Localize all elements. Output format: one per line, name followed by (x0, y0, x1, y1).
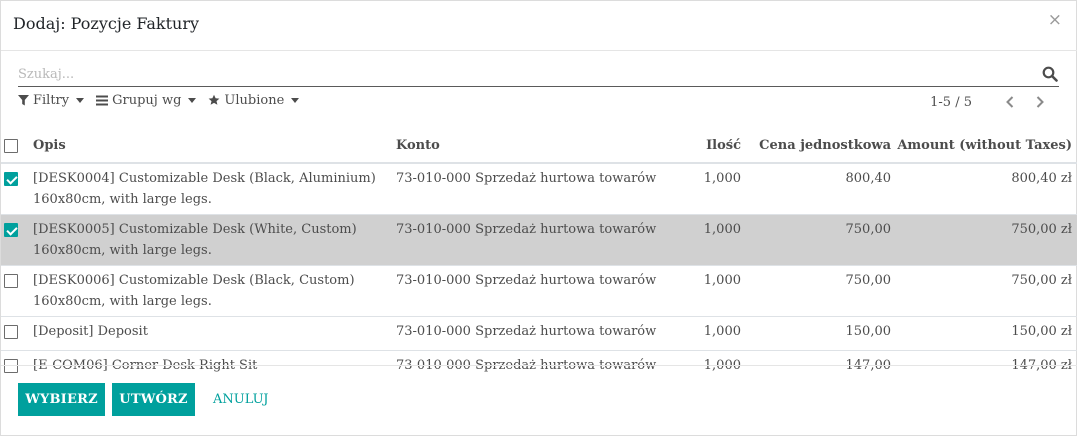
pager-value[interactable]: 1-5 / 5 (930, 95, 972, 110)
filter-icon (18, 94, 29, 105)
description-cell: [DESK0004] Customizable Desk (Black, Alu… (33, 162, 396, 215)
star-icon (209, 94, 220, 105)
description-cell: [Deposit] Deposit (33, 316, 396, 351)
account-cell: 73-010-000 Sprzedaż hurtowa towarów (396, 162, 669, 215)
dialog-title: Dodaj: Pozycje Faktury (13, 14, 200, 33)
column-header-amount[interactable]: Amount (without Taxes) (891, 129, 1077, 164)
account-cell: 73-010-000 Sprzedaż hurtowa towarów (396, 316, 669, 351)
description-cell: [DESK0005] Customizable Desk (White, Cus… (33, 214, 396, 266)
quantity-cell: 1,000 (669, 162, 741, 215)
favorites-dropdown[interactable]: Ulubione (208, 92, 300, 108)
amount-cell: 150,00 zł (891, 316, 1077, 351)
table-header: Opis Konto Ilość Cena jednostkowa Amount… (1, 129, 1077, 164)
select-all-cell (1, 129, 33, 164)
group-by-label: Grupuj wg (112, 92, 182, 108)
select-button[interactable]: WYBIERZ (18, 383, 105, 416)
row-checkbox[interactable] (4, 325, 18, 339)
chevron-down-icon (76, 97, 85, 103)
search-icon[interactable] (1042, 66, 1058, 82)
column-header-unit-price[interactable]: Cena jednostkowa (741, 129, 891, 164)
create-button[interactable]: UTWÓRZ (112, 383, 195, 416)
search-options: Filtry Grupuj wg Ulubione (18, 91, 311, 109)
table-row[interactable]: [DESK0005] Customizable Desk (White, Cus… (1, 214, 1077, 266)
description-line: 160x80cm, with large legs. (33, 192, 212, 207)
unit-price-cell: 750,00 (741, 214, 891, 266)
chevron-left-icon (1006, 96, 1014, 108)
unit-price-cell: 150,00 (741, 316, 891, 351)
cancel-button[interactable]: ANULUJ (213, 392, 268, 407)
group-by-dropdown[interactable]: Grupuj wg (96, 92, 197, 108)
row-checkbox[interactable] (4, 172, 18, 186)
chevron-down-icon (188, 97, 197, 103)
description-cell: [DESK0006] Customizable Desk (Black, Cus… (33, 265, 396, 317)
chevron-down-icon (291, 97, 300, 103)
pager-next-button[interactable] (1032, 94, 1048, 110)
select-all-checkbox[interactable] (4, 138, 18, 153)
favorites-label: Ulubione (224, 92, 285, 108)
add-invoice-lines-dialog: Dodaj: Pozycje Faktury × Filtry Grupuj w… (0, 0, 1077, 436)
quantity-cell: 1,000 (669, 214, 741, 266)
unit-price-cell: 800,40 (741, 162, 891, 215)
quantity-cell: 1,000 (669, 316, 741, 351)
amount-cell: 750,00 zł (891, 265, 1077, 317)
records-table: Opis Konto Ilość Cena jednostkowa Amount… (1, 129, 1077, 384)
row-select-cell (1, 316, 33, 351)
description-line: 160x80cm, with large legs. (33, 243, 212, 258)
close-icon[interactable]: × (1048, 10, 1062, 30)
filters-dropdown[interactable]: Filtry (18, 92, 85, 108)
row-select-cell (1, 265, 33, 317)
description-line: [DESK0006] Customizable Desk (Black, Cus… (33, 273, 355, 288)
column-header-description[interactable]: Opis (33, 129, 396, 164)
row-select-cell (1, 162, 33, 215)
dialog-footer: WYBIERZ UTWÓRZ ANULUJ (1, 365, 1077, 436)
search-input[interactable] (18, 63, 1018, 85)
description-line: [DESK0005] Customizable Desk (White, Cus… (33, 222, 357, 237)
account-cell: 73-010-000 Sprzedaż hurtowa towarów (396, 265, 669, 317)
table-row[interactable]: [DESK0004] Customizable Desk (Black, Alu… (1, 162, 1077, 215)
dialog-header: Dodaj: Pozycje Faktury × (1, 1, 1077, 51)
column-header-account[interactable]: Konto (396, 129, 669, 164)
quantity-cell: 1,000 (669, 265, 741, 317)
search-bar (18, 63, 1059, 87)
pager: 1-5 / 5 (930, 94, 1048, 110)
row-select-cell (1, 214, 33, 266)
chevron-right-icon (1036, 96, 1044, 108)
column-header-quantity[interactable]: Ilość (669, 129, 741, 164)
description-line: [DESK0004] Customizable Desk (Black, Alu… (33, 171, 376, 186)
row-checkbox[interactable] (4, 223, 18, 237)
description-line: 160x80cm, with large legs. (33, 294, 212, 309)
unit-price-cell: 750,00 (741, 265, 891, 317)
account-cell: 73-010-000 Sprzedaż hurtowa towarów (396, 214, 669, 266)
table-row[interactable]: [DESK0006] Customizable Desk (Black, Cus… (1, 265, 1077, 317)
table-row[interactable]: [Deposit] Deposit 73-010-000 Sprzedaż hu… (1, 316, 1077, 351)
list-icon (96, 95, 109, 105)
filters-label: Filtry (33, 92, 70, 108)
amount-cell: 750,00 zł (891, 214, 1077, 266)
amount-cell: 800,40 zł (891, 162, 1077, 215)
pager-previous-button[interactable] (1002, 94, 1018, 110)
row-checkbox[interactable] (4, 274, 18, 288)
